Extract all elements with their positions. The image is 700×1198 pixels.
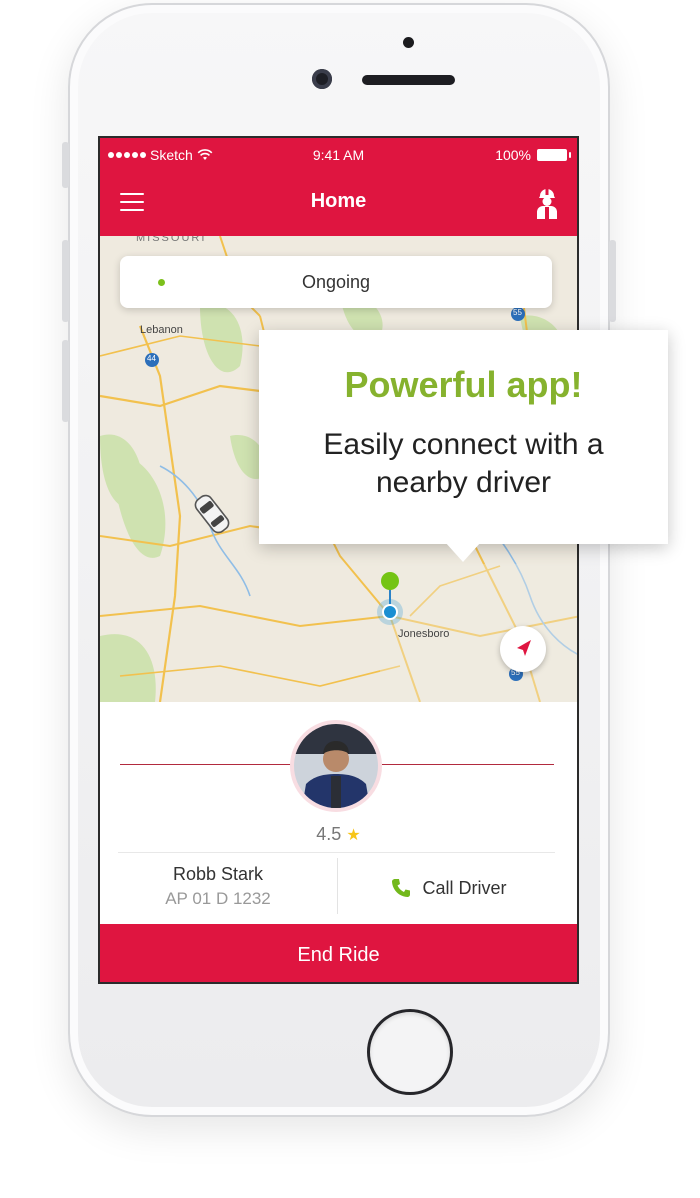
driver-panel: 4.5 ★ Robb Stark AP 01 D 1232 Call Drive… — [100, 702, 577, 924]
map-label-missouri: MISSOURI — [136, 236, 207, 244]
panel-divider — [118, 852, 555, 853]
feature-callout: Powerful app! Easily connect with a near… — [259, 330, 668, 562]
driver-rating: 4.5 ★ — [100, 824, 577, 845]
driver-profile-icon[interactable] — [533, 186, 561, 220]
map-label-jonesboro: Jonesboro — [398, 628, 450, 640]
front-camera — [312, 69, 332, 89]
app-screen: Sketch 9:41 AM 100% Home Lebanon Jonesbo… — [98, 136, 579, 984]
panel-vertical-divider — [337, 858, 338, 914]
callout-body: Easily connect with a nearby driver — [323, 428, 604, 499]
phone-icon — [392, 879, 411, 897]
battery-percent: 100% — [495, 147, 531, 163]
rating-value: 4.5 — [316, 824, 342, 844]
battery-icon — [537, 149, 571, 161]
top-navigation-bar: Home — [100, 172, 577, 236]
call-driver-button[interactable]: Call Driver — [342, 862, 555, 914]
proximity-sensor — [403, 37, 414, 48]
home-button[interactable] — [367, 1009, 453, 1095]
recenter-location-button[interactable] — [500, 626, 546, 672]
earpiece-speaker — [362, 75, 455, 85]
power-button[interactable] — [609, 240, 616, 322]
driver-name: Robb Stark — [172, 864, 264, 884]
end-ride-button[interactable]: End Ride — [100, 924, 577, 982]
driver-avatar[interactable] — [290, 720, 382, 812]
star-icon: ★ — [346, 827, 361, 844]
ride-status-pill: Ongoing — [120, 256, 552, 308]
callout-pointer — [445, 542, 481, 562]
volume-down-button[interactable] — [62, 340, 69, 422]
ride-status-label: Ongoing — [301, 272, 371, 292]
call-driver-label: Call Driver — [422, 877, 507, 898]
page-title: Home — [310, 190, 367, 212]
battery-status: 100% — [495, 147, 571, 163]
volume-up-button[interactable] — [62, 240, 69, 322]
map-label-lebanon: Lebanon — [140, 324, 183, 336]
highway-44-label: 44 — [147, 354, 156, 363]
navigation-arrow-icon — [517, 640, 531, 656]
status-bar: Sketch 9:41 AM 100% — [100, 138, 577, 172]
highway-55-label: 55 — [513, 308, 522, 317]
vehicle-plate: AP 01 D 1232 — [165, 889, 271, 908]
callout-title: Powerful app! — [344, 364, 583, 405]
mute-switch[interactable] — [62, 142, 69, 188]
driver-photo-icon — [294, 724, 378, 808]
divider-right — [382, 764, 554, 765]
divider-left — [120, 764, 292, 765]
